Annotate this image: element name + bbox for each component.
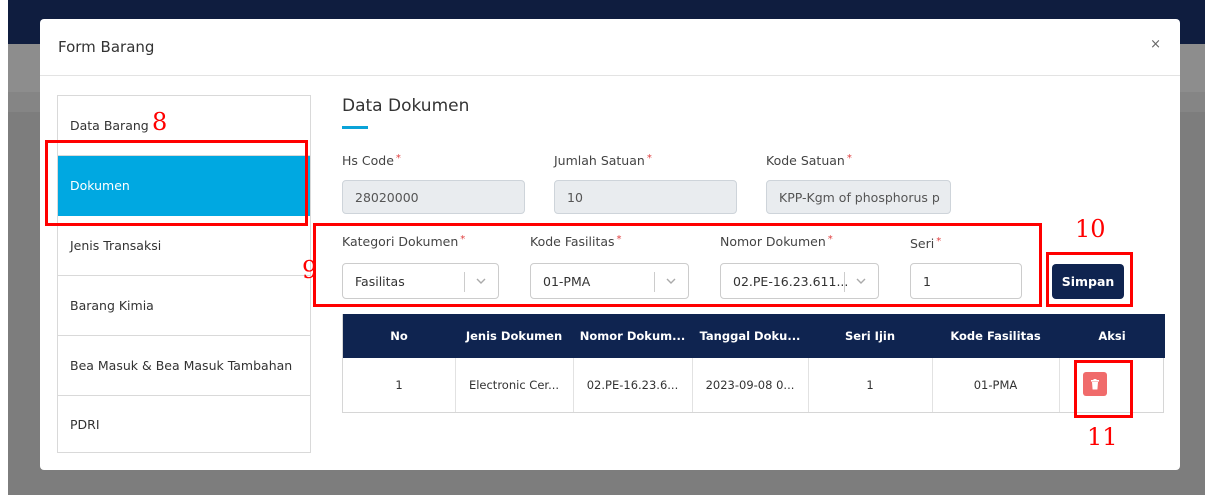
column-divider: [1059, 358, 1060, 412]
sidebar-item-pdri[interactable]: PDRI: [58, 396, 310, 452]
modal-title: Form Barang: [58, 38, 155, 56]
annotation-label-8: 8: [152, 108, 168, 136]
column-header-aksi: Aksi: [1098, 329, 1126, 343]
modal-header: Form Barang ×: [40, 19, 1180, 76]
jumlah-satuan-label: Jumlah Satuan *: [554, 153, 652, 168]
jumlah-satuan-field[interactable]: 10: [554, 180, 737, 214]
table-header: No Jenis Dokumen Nomor Dokum... Tanggal …: [343, 314, 1165, 358]
annotation-box-10: [1046, 252, 1133, 307]
column-header-seri-ijin: Seri Ijin: [844, 329, 896, 343]
annotation-box-11: [1074, 360, 1133, 418]
cell-no: 1: [395, 378, 403, 392]
sidebar-item-bea-masuk[interactable]: Bea Masuk & Bea Masuk Tambahan: [58, 336, 310, 396]
section-title-underline: [342, 126, 368, 129]
sidebar-item-label: Barang Kimia: [70, 298, 154, 313]
column-header-nomor-dokumen: Nomor Dokum...: [579, 329, 686, 343]
cell-nomor-dokumen: 02.PE-16.23.6...: [586, 378, 679, 392]
annotation-box-8: [45, 140, 308, 226]
sidebar-item-label: PDRI: [70, 416, 100, 432]
annotation-label-10: 10: [1075, 215, 1106, 243]
hs-code-label: Hs Code *: [342, 153, 401, 168]
section-title: Data Dokumen: [342, 96, 470, 116]
annotation-label-9: 9: [302, 256, 318, 284]
column-header-kode-fasilitas: Kode Fasilitas: [950, 329, 1041, 343]
sidebar-item-barang-kimia[interactable]: Barang Kimia: [58, 276, 310, 336]
annotation-label-11: 11: [1087, 423, 1118, 451]
kode-satuan-label: Kode Satuan *: [766, 153, 852, 168]
sidebar-item-label: Data Barang: [70, 118, 149, 133]
column-header-no: No: [390, 329, 408, 343]
cell-kode-fasilitas: 01-PMA: [973, 378, 1018, 392]
dokumen-table: No Jenis Dokumen Nomor Dokum... Tanggal …: [342, 314, 1165, 413]
close-icon[interactable]: ×: [1150, 37, 1161, 52]
column-header-tanggal-dokumen: Tanggal Doku...: [699, 329, 801, 343]
cell-seri-ijin: 1: [866, 378, 874, 392]
sidebar-item-label: Jenis Transaksi: [70, 238, 162, 253]
cell-jenis-dokumen: Electronic Cer...: [468, 378, 560, 392]
sidebar-item-label: Bea Masuk & Bea Masuk Tambahan: [70, 358, 293, 373]
annotation-box-9: [313, 223, 1042, 307]
cell-tanggal-dokumen: 2023-09-08 0...: [705, 378, 795, 392]
column-header-jenis-dokumen: Jenis Dokumen: [465, 329, 563, 343]
hs-code-field[interactable]: 28020000: [342, 180, 525, 214]
kode-satuan-field[interactable]: KPP-Kgm of phosphorus p: [766, 180, 951, 214]
